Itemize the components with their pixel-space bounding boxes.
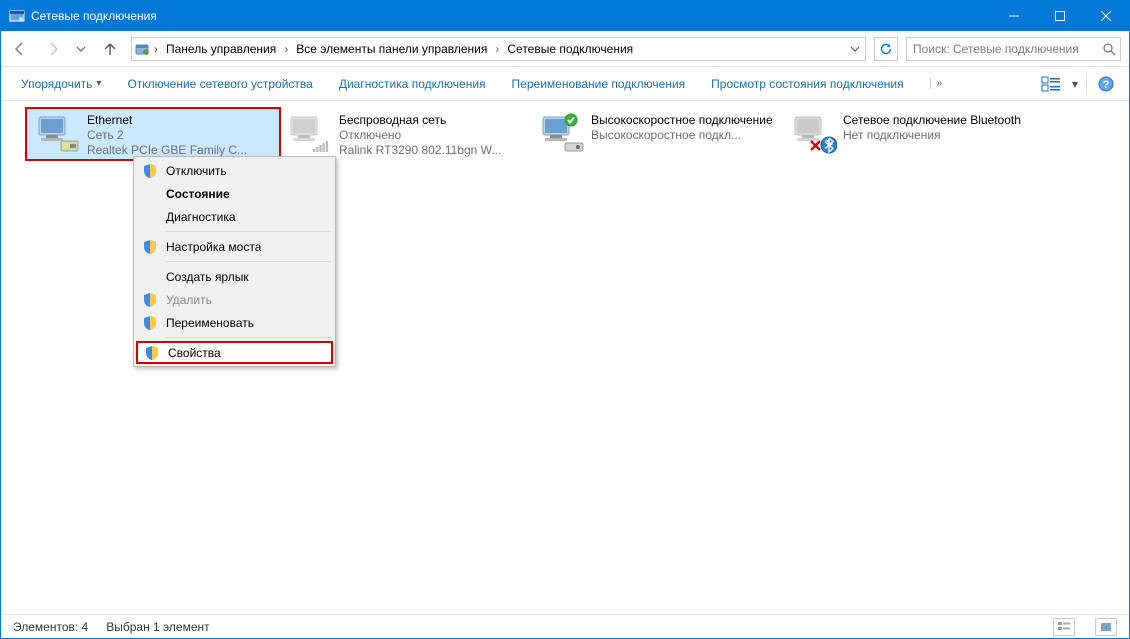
ctx-shortcut[interactable]: Создать ярлык xyxy=(136,265,333,288)
shield-icon xyxy=(142,163,158,179)
chevron-down-icon: ▾ xyxy=(96,78,101,89)
breadcrumb-item[interactable]: Панель управления xyxy=(162,40,280,58)
search-box[interactable] xyxy=(906,37,1121,61)
network-adapter-icon xyxy=(285,113,333,153)
shield-icon xyxy=(142,315,158,331)
minimize-button[interactable] xyxy=(991,1,1037,31)
details-view-button[interactable] xyxy=(1053,618,1075,636)
content-area: Ethernet Сеть 2 Realtek PCIe GBE Family … xyxy=(1,101,1129,614)
ctx-bridge-label: Настройка моста xyxy=(166,240,261,254)
address-icon xyxy=(134,41,150,57)
large-icons-view-button[interactable] xyxy=(1095,618,1117,636)
ctx-delete-label: Удалить xyxy=(166,293,212,307)
network-adapter-icon xyxy=(789,113,837,153)
chevron-right-icon: › xyxy=(152,42,160,56)
shield-icon xyxy=(142,239,158,255)
help-button[interactable]: ? xyxy=(1091,71,1121,97)
chevron-right-icon: » xyxy=(930,78,943,89)
nav-up-button[interactable] xyxy=(97,34,123,64)
status-selection: Выбран 1 элемент xyxy=(106,620,209,634)
rename-button[interactable]: Переименование подключения xyxy=(500,73,698,95)
ctx-bridge[interactable]: Настройка моста xyxy=(136,235,333,258)
network-adapter-icon xyxy=(537,113,585,153)
change-view-button[interactable] xyxy=(1036,71,1066,97)
ctx-status-label: Состояние xyxy=(166,187,230,201)
maximize-button[interactable] xyxy=(1037,1,1083,31)
ctx-disable-label: Отключить xyxy=(166,164,227,178)
view-status-button[interactable]: Просмотр состояния подключения » xyxy=(699,73,954,95)
shield-icon xyxy=(142,292,158,308)
window-icon xyxy=(9,8,25,24)
ctx-properties-label: Свойства xyxy=(168,346,221,360)
connection-name: Высокоскоростное подключение xyxy=(591,113,777,128)
address-row: › Панель управления › Все элементы панел… xyxy=(1,31,1129,67)
connection-status: Сеть 2 xyxy=(87,128,273,143)
command-bar: Упорядочить ▾ Отключение сетевого устрой… xyxy=(1,67,1129,101)
organize-button[interactable]: Упорядочить ▾ xyxy=(9,73,113,95)
refresh-button[interactable] xyxy=(874,37,898,61)
connection-name: Ethernet xyxy=(87,113,273,128)
network-adapter-icon xyxy=(33,113,81,153)
menu-separator xyxy=(166,261,331,262)
view-status-label: Просмотр состояния подключения xyxy=(711,77,903,91)
address-bar[interactable]: › Панель управления › Все элементы панел… xyxy=(131,37,866,61)
connection-broadband[interactable]: Высокоскоростное подключение Высокоскоро… xyxy=(531,109,783,159)
breadcrumb-item[interactable]: Сетевые подключения xyxy=(503,40,637,58)
nav-back-button[interactable] xyxy=(5,34,35,64)
connection-ethernet[interactable]: Ethernet Сеть 2 Realtek PCIe GBE Family … xyxy=(27,109,279,159)
connection-device: Ralink RT3290 802.11bgn W... xyxy=(339,143,525,158)
shield-icon xyxy=(144,345,160,361)
ctx-diagnose[interactable]: Диагностика xyxy=(136,205,333,228)
window-title: Сетевые подключения xyxy=(31,9,991,23)
connection-bluetooth[interactable]: Сетевое подключение Bluetooth Нет подклю… xyxy=(783,109,1035,159)
svg-text:?: ? xyxy=(1103,79,1110,91)
breadcrumb-item[interactable]: Все элементы панели управления xyxy=(292,40,491,58)
ctx-rename-label: Переименовать xyxy=(166,316,254,330)
disable-device-button[interactable]: Отключение сетевого устройства xyxy=(115,73,324,95)
connection-device: Высокоскоростное подкл... xyxy=(591,128,777,143)
menu-separator xyxy=(166,337,331,338)
chevron-right-icon: › xyxy=(493,42,501,56)
nav-forward-button[interactable] xyxy=(39,34,69,64)
connection-status: Отключено xyxy=(339,128,525,143)
context-menu: Отключить Состояние Диагностика Настройк… xyxy=(133,156,336,367)
chevron-right-icon: › xyxy=(282,42,290,56)
search-icon xyxy=(1102,42,1116,56)
search-input[interactable] xyxy=(911,41,1098,57)
diagnose-button[interactable]: Диагностика подключения xyxy=(327,73,498,95)
menu-separator xyxy=(166,231,331,232)
organize-label: Упорядочить xyxy=(21,77,92,91)
ctx-status[interactable]: Состояние xyxy=(136,182,333,205)
ctx-diagnose-label: Диагностика xyxy=(166,210,236,224)
ctx-shortcut-label: Создать ярлык xyxy=(166,270,249,284)
ctx-rename[interactable]: Переименовать xyxy=(136,311,333,334)
titlebar: Сетевые подключения xyxy=(1,1,1129,31)
address-dropdown-button[interactable] xyxy=(845,38,863,60)
chevron-down-icon[interactable]: ▾ xyxy=(1068,77,1082,91)
close-button[interactable] xyxy=(1083,1,1129,31)
connection-name: Беспроводная сеть xyxy=(339,113,525,128)
ctx-disable[interactable]: Отключить xyxy=(136,159,333,182)
connection-device: Нет подключения xyxy=(843,128,1029,143)
status-bar: Элементов: 4 Выбран 1 элемент xyxy=(1,614,1129,638)
ctx-delete[interactable]: Удалить xyxy=(136,288,333,311)
ctx-properties[interactable]: Свойства xyxy=(136,341,333,364)
connection-name: Сетевое подключение Bluetooth xyxy=(843,113,1029,128)
connection-wireless[interactable]: Беспроводная сеть Отключено Ralink RT329… xyxy=(279,109,531,159)
status-count: Элементов: 4 xyxy=(13,620,88,634)
nav-history-button[interactable] xyxy=(73,34,89,64)
